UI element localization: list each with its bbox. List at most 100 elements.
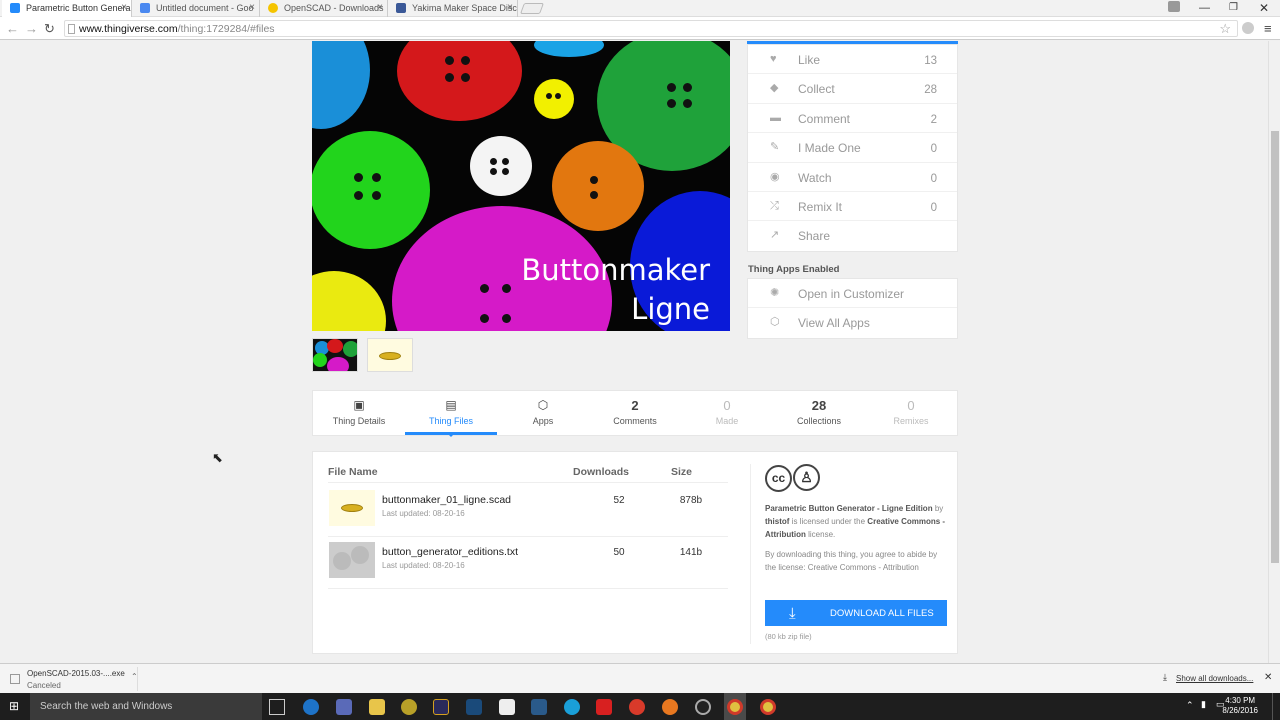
mouse-cursor-icon: ⬉ (212, 450, 223, 465)
firefox-icon[interactable] (662, 699, 678, 715)
app-icon[interactable] (531, 699, 547, 715)
menu-icon[interactable]: ≡ (1264, 21, 1272, 36)
license-author[interactable]: thistof (765, 517, 789, 526)
task-view-icon[interactable] (269, 699, 285, 715)
window-close-icon[interactable]: ✕ (1259, 1, 1269, 15)
comment-icon: ▬ (770, 111, 781, 124)
file-explorer-icon[interactable] (369, 699, 385, 715)
tab-collections[interactable]: 28 Collections (773, 391, 865, 435)
restore-icon[interactable]: ❐ (1229, 2, 1238, 13)
forward-icon[interactable]: → (25, 21, 38, 36)
extension-icon[interactable] (1242, 22, 1254, 34)
comment-count: 2 (930, 113, 937, 126)
remix-action[interactable]: ⤮ Remix It 0 (748, 192, 957, 222)
share-action[interactable]: ↗ Share (748, 221, 957, 250)
close-icon[interactable]: × (121, 2, 127, 13)
made-one-count: 0 (930, 143, 937, 156)
steam-icon[interactable] (466, 699, 482, 715)
calculator-icon[interactable] (499, 699, 515, 715)
show-all-downloads-link[interactable]: Show all downloads... (1176, 674, 1253, 683)
license-by: by (934, 504, 944, 513)
edge-icon[interactable] (303, 699, 319, 715)
apps-heading: Thing Apps Enabled (748, 263, 840, 275)
taskbar-clock[interactable]: 4:30 PM 8/26/2016 (1222, 696, 1258, 716)
reload-icon[interactable]: ↻ (44, 21, 55, 37)
collect-action[interactable]: ◆ Collect 28 (748, 74, 957, 104)
remix-icon: ⤮ (770, 199, 779, 212)
made-one-icon: ✎ (770, 141, 780, 154)
openscad-icon[interactable] (695, 699, 711, 715)
share-icon: ↗ (770, 229, 780, 242)
chat-app-icon[interactable] (336, 699, 352, 715)
url-host: www.thingiverse.com (79, 23, 178, 35)
browser-tab-openscad[interactable]: OpenSCAD - Downloads × (260, 0, 388, 17)
tab-apps[interactable]: ⬡ Apps (497, 391, 589, 435)
license-thing-name[interactable]: Parametric Button Generator - Ligne Edit… (765, 504, 933, 513)
file-row[interactable]: buttonmaker_01_ligne.scad Last updated: … (328, 485, 728, 537)
back-icon[interactable]: ← (6, 21, 19, 36)
url-input[interactable]: www.thingiverse.com/thing:1729284/#files… (64, 20, 1238, 37)
app-icon[interactable] (596, 699, 612, 715)
file-name[interactable]: buttonmaker_01_ligne.scad (382, 494, 511, 506)
clock-time: 4:30 PM (1225, 696, 1256, 705)
network-icon[interactable]: ▮ (1201, 699, 1206, 710)
app-icon[interactable] (629, 699, 645, 715)
browser-tab-facebook[interactable]: Yakima Maker Space Disc × (388, 0, 518, 17)
scrollbar-thumb[interactable] (1271, 131, 1279, 563)
watch-count: 0 (930, 172, 937, 185)
license-agree-text: By downloading this thing, you agree to … (765, 550, 938, 572)
tab-comments[interactable]: 2 Comments (589, 391, 681, 435)
file-downloads: 52 (613, 495, 625, 506)
app-icon[interactable] (401, 699, 417, 715)
tab-thing-details[interactable]: ▣ Thing Details (313, 391, 405, 435)
windows-start-icon[interactable]: ⊞ (9, 700, 22, 713)
close-icon[interactable]: × (377, 2, 383, 13)
eye-icon: ◉ (770, 170, 780, 183)
customizer-label: Open in Customizer (798, 286, 905, 301)
download-menu-icon[interactable]: ⌃ (131, 672, 138, 681)
page-scrollbar[interactable] (1268, 41, 1280, 663)
app-icon[interactable] (433, 699, 449, 715)
browser-tab-docs[interactable]: Untitled document - Goo × (132, 0, 260, 17)
license-licensed: is licensed under the (791, 517, 866, 526)
attribution-icon[interactable]: ♙ (793, 464, 820, 491)
tab-remixes[interactable]: 0 Remixes (865, 391, 957, 435)
remix-label: Remix It (798, 199, 843, 214)
active-tab-caret (446, 432, 456, 437)
profile-icon[interactable] (1168, 1, 1180, 12)
thumbnail-scad-render[interactable] (367, 338, 413, 372)
download-item[interactable]: OpenSCAD-2015.03-....exe Canceled ⌃ (2, 667, 138, 691)
show-desktop-button[interactable] (1272, 693, 1280, 720)
taskbar-search-box[interactable]: Search the web and Windows (30, 693, 262, 720)
comments-count: 2 (631, 398, 639, 413)
tray-expand-icon[interactable]: ⌃ (1186, 700, 1194, 711)
tab-made[interactable]: 0 Made (681, 391, 773, 435)
view-all-apps-link[interactable]: ⬡ View All Apps (748, 308, 957, 337)
file-name[interactable]: button_generator_editions.txt (382, 546, 518, 558)
app-icon[interactable] (564, 699, 580, 715)
close-icon[interactable]: × (507, 2, 513, 13)
browser-tab-thingiverse[interactable]: Parametric Button Genera × (2, 0, 132, 17)
download-all-files-button[interactable]: ⤓ DOWNLOAD ALL FILES (765, 600, 947, 626)
hero-image[interactable]: Buttonmaker Ligne (312, 41, 730, 331)
chrome-icon[interactable] (727, 699, 743, 715)
new-tab-button[interactable] (519, 3, 545, 14)
file-row[interactable]: button_generator_editions.txt Last updat… (328, 537, 728, 589)
close-icon[interactable]: × (249, 2, 255, 13)
customizer-icon: ✺ (770, 286, 780, 299)
minimize-icon[interactable]: — (1199, 2, 1210, 14)
tab-thing-files[interactable]: ▤ Thing Files (405, 391, 497, 437)
creative-commons-icon[interactable]: cc (765, 465, 792, 492)
chrome-icon[interactable] (760, 699, 776, 715)
comment-action[interactable]: ▬ Comment 2 (748, 104, 957, 134)
thumbnail-buttons[interactable] (312, 338, 358, 372)
like-action[interactable]: ♥ Like 13 (748, 45, 957, 75)
open-customizer-link[interactable]: ✺ Open in Customizer (748, 279, 957, 309)
page-icon (68, 24, 75, 34)
apps-list: ✺ Open in Customizer ⬡ View All Apps (747, 277, 958, 339)
made-one-action[interactable]: ✎ I Made One 0 (748, 133, 957, 163)
close-downloads-icon[interactable]: ✕ (1264, 672, 1272, 683)
bookmark-star-icon[interactable]: ☆ (1219, 21, 1231, 37)
watch-action[interactable]: ◉ Watch 0 (748, 163, 957, 192)
tab-label: Remixes (893, 416, 929, 426)
